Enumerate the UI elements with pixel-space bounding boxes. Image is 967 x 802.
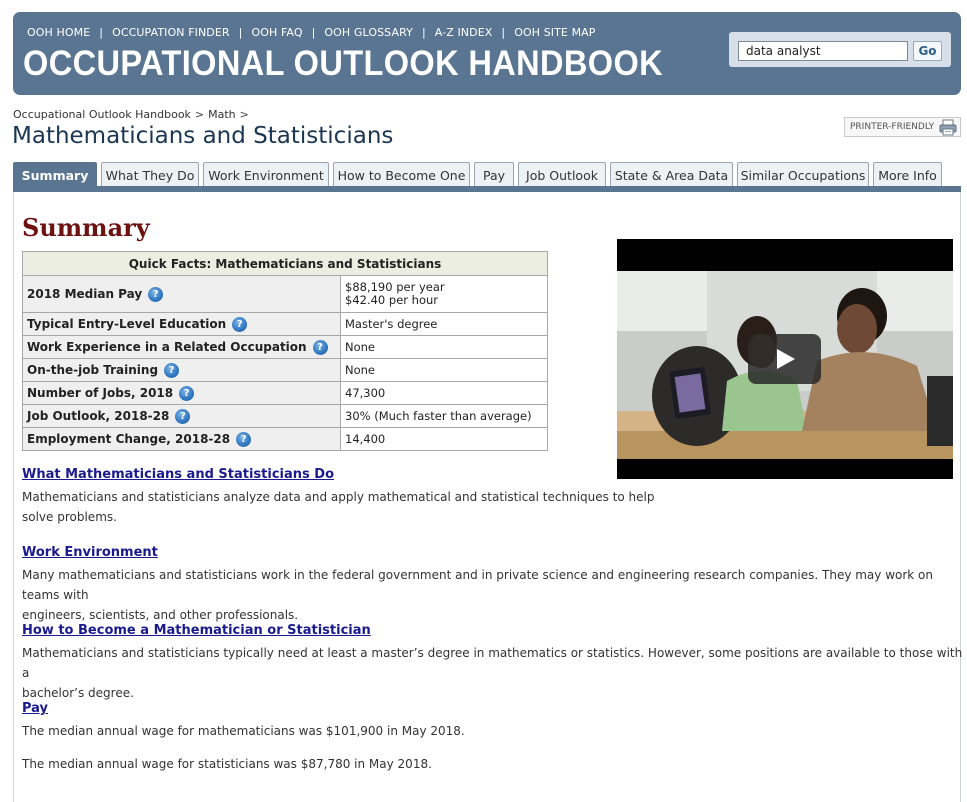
top-nav: OOH HOME | OCCUPATION FINDER | OOH FAQ |… bbox=[27, 26, 596, 39]
video-player[interactable] bbox=[617, 239, 953, 479]
table-row: Job Outlook, 2018-28? 30% (Much faster t… bbox=[22, 404, 548, 428]
section-link-how-to-become[interactable]: How to Become a Mathematician or Statist… bbox=[22, 623, 371, 638]
breadcrumb-ooh[interactable]: Occupational Outlook Handbook bbox=[13, 108, 191, 121]
help-question-icon[interactable]: ? bbox=[236, 431, 252, 447]
fact-value: 47,300 bbox=[340, 381, 548, 405]
nav-ooh-faq[interactable]: OOH FAQ bbox=[251, 26, 302, 39]
section-text: The median annual wage for mathematician… bbox=[22, 721, 465, 741]
table-row: On-the-job Training? None bbox=[22, 358, 548, 382]
table-row: Work Experience in a Related Occupation?… bbox=[22, 335, 548, 359]
printer-icon bbox=[939, 119, 957, 136]
breadcrumb: Occupational Outlook Handbook > Math > bbox=[13, 108, 253, 121]
fact-label: Job Outlook, 2018-28? bbox=[22, 404, 341, 428]
fact-label: Typical Entry-Level Education? bbox=[22, 312, 341, 336]
fact-label-text: Number of Jobs, 2018 bbox=[27, 385, 174, 400]
section-text-line: Mathematicians and statisticians analyze… bbox=[22, 490, 655, 504]
tab-job-outlook[interactable]: Job Outlook bbox=[518, 162, 606, 187]
page-title: Mathematicians and Statisticians bbox=[12, 123, 394, 149]
fact-label-text: Job Outlook, 2018-28 bbox=[27, 408, 170, 423]
breadcrumb-math[interactable]: Math bbox=[208, 108, 236, 121]
printer-friendly-button[interactable]: PRINTER-FRIENDLY bbox=[844, 117, 961, 137]
site-brand[interactable]: OCCUPATIONAL OUTLOOK HANDBOOK bbox=[23, 46, 663, 82]
fact-label: 2018 Median Pay? bbox=[22, 275, 341, 313]
section-text: Mathematicians and statisticians analyze… bbox=[22, 487, 655, 527]
section-text-line: engineers, scientists, and other profess… bbox=[22, 608, 299, 622]
fact-label-text: 2018 Median Pay bbox=[27, 286, 143, 301]
section-link-work-environment[interactable]: Work Environment bbox=[22, 545, 158, 560]
section-link-pay[interactable]: Pay bbox=[22, 701, 48, 716]
fact-label: On-the-job Training? bbox=[22, 358, 341, 382]
fact-value: None bbox=[340, 335, 548, 359]
fact-label-text: Employment Change, 2018-28 bbox=[27, 431, 231, 446]
table-row: Employment Change, 2018-28? 14,400 bbox=[22, 427, 548, 451]
help-question-icon[interactable]: ? bbox=[232, 316, 248, 332]
fact-label-text: Work Experience in a Related Occupation bbox=[27, 339, 307, 354]
quick-facts-table: Quick Facts: Mathematicians and Statisti… bbox=[22, 251, 548, 451]
section-text-line: Mathematicians and statisticians typical… bbox=[22, 646, 963, 680]
nav-a-z-index[interactable]: A-Z INDEX bbox=[435, 26, 493, 39]
section-text-line: Many mathematicians and statisticians wo… bbox=[22, 568, 934, 602]
section-link-what-they-do[interactable]: What Mathematicians and Statisticians Do bbox=[22, 467, 334, 482]
fact-value: Master's degree bbox=[340, 312, 548, 336]
search-box: Go bbox=[729, 32, 951, 67]
fact-label: Employment Change, 2018-28? bbox=[22, 427, 341, 451]
help-question-icon[interactable]: ? bbox=[164, 362, 180, 378]
search-go-button[interactable]: Go bbox=[913, 41, 942, 61]
fact-value: 14,400 bbox=[340, 427, 548, 451]
fact-value-line: $42.40 per hour bbox=[345, 293, 438, 307]
nav-separator: | bbox=[421, 26, 426, 39]
tab-pay[interactable]: Pay bbox=[474, 162, 514, 187]
tab-what-they-do[interactable]: What They Do bbox=[101, 162, 199, 187]
site-header: OOH HOME | OCCUPATION FINDER | OOH FAQ |… bbox=[13, 12, 961, 95]
breadcrumb-arrow: > bbox=[194, 108, 205, 121]
section-text-line: The median annual wage for mathematician… bbox=[22, 724, 465, 738]
summary-heading: Summary bbox=[22, 213, 150, 242]
fact-label: Number of Jobs, 2018? bbox=[22, 381, 341, 405]
printer-friendly-label: PRINTER-FRIENDLY bbox=[850, 122, 935, 132]
fact-label: Work Experience in a Related Occupation? bbox=[22, 335, 341, 359]
nav-occupation-finder[interactable]: OCCUPATION FINDER bbox=[112, 26, 230, 39]
nav-separator: | bbox=[311, 26, 316, 39]
help-question-icon[interactable]: ? bbox=[148, 286, 164, 302]
fact-value: None bbox=[340, 358, 548, 382]
nav-separator: | bbox=[238, 26, 243, 39]
fact-value: 30% (Much faster than average) bbox=[340, 404, 548, 428]
quick-facts-title: Quick Facts: Mathematicians and Statisti… bbox=[22, 251, 548, 276]
help-question-icon[interactable]: ? bbox=[312, 339, 328, 355]
tab-summary[interactable]: Summary bbox=[13, 162, 97, 187]
tab-similar-occupations[interactable]: Similar Occupations bbox=[737, 162, 869, 187]
breadcrumb-arrow: > bbox=[239, 108, 249, 121]
fact-label-text: On-the-job Training bbox=[27, 362, 159, 377]
section-text: Mathematicians and statisticians typical… bbox=[22, 643, 967, 703]
section-text: Many mathematicians and statisticians wo… bbox=[22, 565, 967, 625]
play-icon[interactable] bbox=[748, 334, 821, 384]
fact-label-text: Typical Entry-Level Education bbox=[27, 316, 227, 331]
help-question-icon[interactable]: ? bbox=[179, 385, 195, 401]
tab-how-to-become-one[interactable]: How to Become One bbox=[333, 162, 470, 187]
section-text: The median annual wage for statisticians… bbox=[22, 757, 432, 771]
nav-ooh-glossary[interactable]: OOH GLOSSARY bbox=[324, 26, 413, 39]
tab-state-area-data[interactable]: State & Area Data bbox=[610, 162, 733, 187]
table-row: Number of Jobs, 2018? 47,300 bbox=[22, 381, 548, 405]
fact-value: $88,190 per year $42.40 per hour bbox=[340, 275, 548, 313]
tab-bar: Summary What They Do Work Environment Ho… bbox=[13, 162, 946, 187]
nav-separator: | bbox=[501, 26, 506, 39]
tab-work-environment[interactable]: Work Environment bbox=[203, 162, 329, 187]
table-row: 2018 Median Pay? $88,190 per year $42.40 … bbox=[22, 275, 548, 313]
search-input[interactable] bbox=[738, 41, 908, 61]
table-row: Typical Entry-Level Education? Master's … bbox=[22, 312, 548, 336]
nav-ooh-home[interactable]: OOH HOME bbox=[27, 26, 90, 39]
tab-more-info[interactable]: More Info bbox=[873, 162, 942, 187]
help-question-icon[interactable]: ? bbox=[175, 408, 191, 424]
nav-ooh-site-map[interactable]: OOH SITE MAP bbox=[514, 26, 595, 39]
section-text-line: solve problems. bbox=[22, 510, 117, 524]
nav-separator: | bbox=[99, 26, 104, 39]
section-text-line: bachelor’s degree. bbox=[22, 686, 134, 700]
